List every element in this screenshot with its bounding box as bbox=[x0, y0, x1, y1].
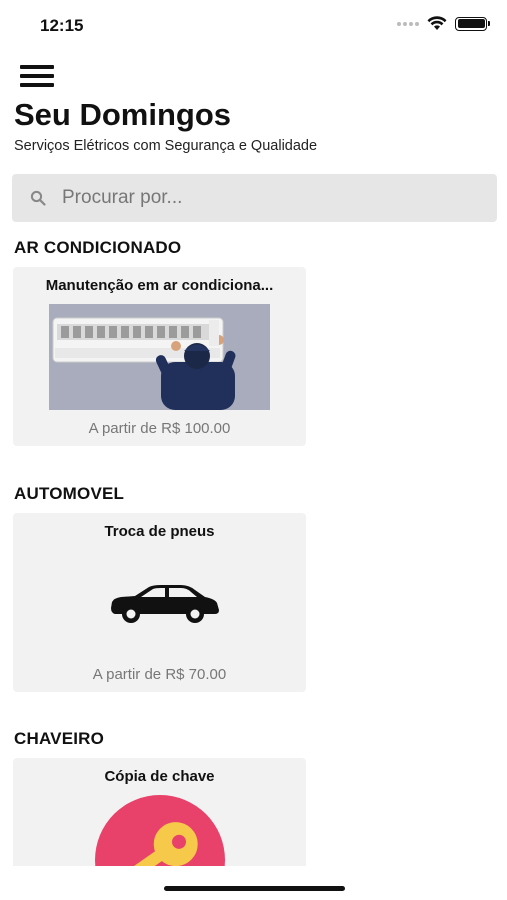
hamburger-menu-icon[interactable] bbox=[20, 65, 56, 89]
section-title-automovel: AUTOMOVEL bbox=[14, 484, 125, 503]
battery-icon bbox=[455, 16, 490, 31]
search-input[interactable] bbox=[62, 187, 462, 209]
card-price: A partir de R$ 100.00 bbox=[88, 420, 231, 437]
home-indicator[interactable] bbox=[164, 886, 345, 891]
status-indicators bbox=[397, 16, 490, 31]
cellular-signal-icon bbox=[397, 21, 419, 26]
service-card-ar-condicionado[interactable]: Manutenção em ar condiciona... A partir … bbox=[13, 267, 306, 446]
page-title: Seu Domingos bbox=[14, 97, 232, 132]
section-title-ar-condicionado: AR CONDICIONADO bbox=[14, 238, 182, 257]
card-title: Manutenção em ar condiciona... bbox=[45, 277, 274, 294]
card-title: Troca de pneus bbox=[104, 523, 215, 540]
card-price: A partir de R$ 70.00 bbox=[92, 666, 227, 683]
search-icon bbox=[18, 174, 58, 222]
page-subtitle: Serviços Elétricos com Segurança e Quali… bbox=[14, 138, 318, 154]
air-conditioner-technician-photo bbox=[49, 304, 270, 410]
car-icon bbox=[111, 585, 219, 623]
search-bar[interactable] bbox=[12, 174, 497, 222]
section-title-chaveiro: CHAVEIRO bbox=[14, 729, 105, 748]
card-title: Cópia de chave bbox=[104, 768, 215, 785]
wifi-icon bbox=[427, 16, 447, 30]
service-card-automovel[interactable]: Troca de pneus A partir de R$ 70.00 bbox=[13, 513, 306, 692]
status-bar: 12:15 bbox=[0, 0, 507, 50]
status-time: 12:15 bbox=[40, 16, 84, 35]
bottom-safe-area bbox=[0, 866, 507, 900]
